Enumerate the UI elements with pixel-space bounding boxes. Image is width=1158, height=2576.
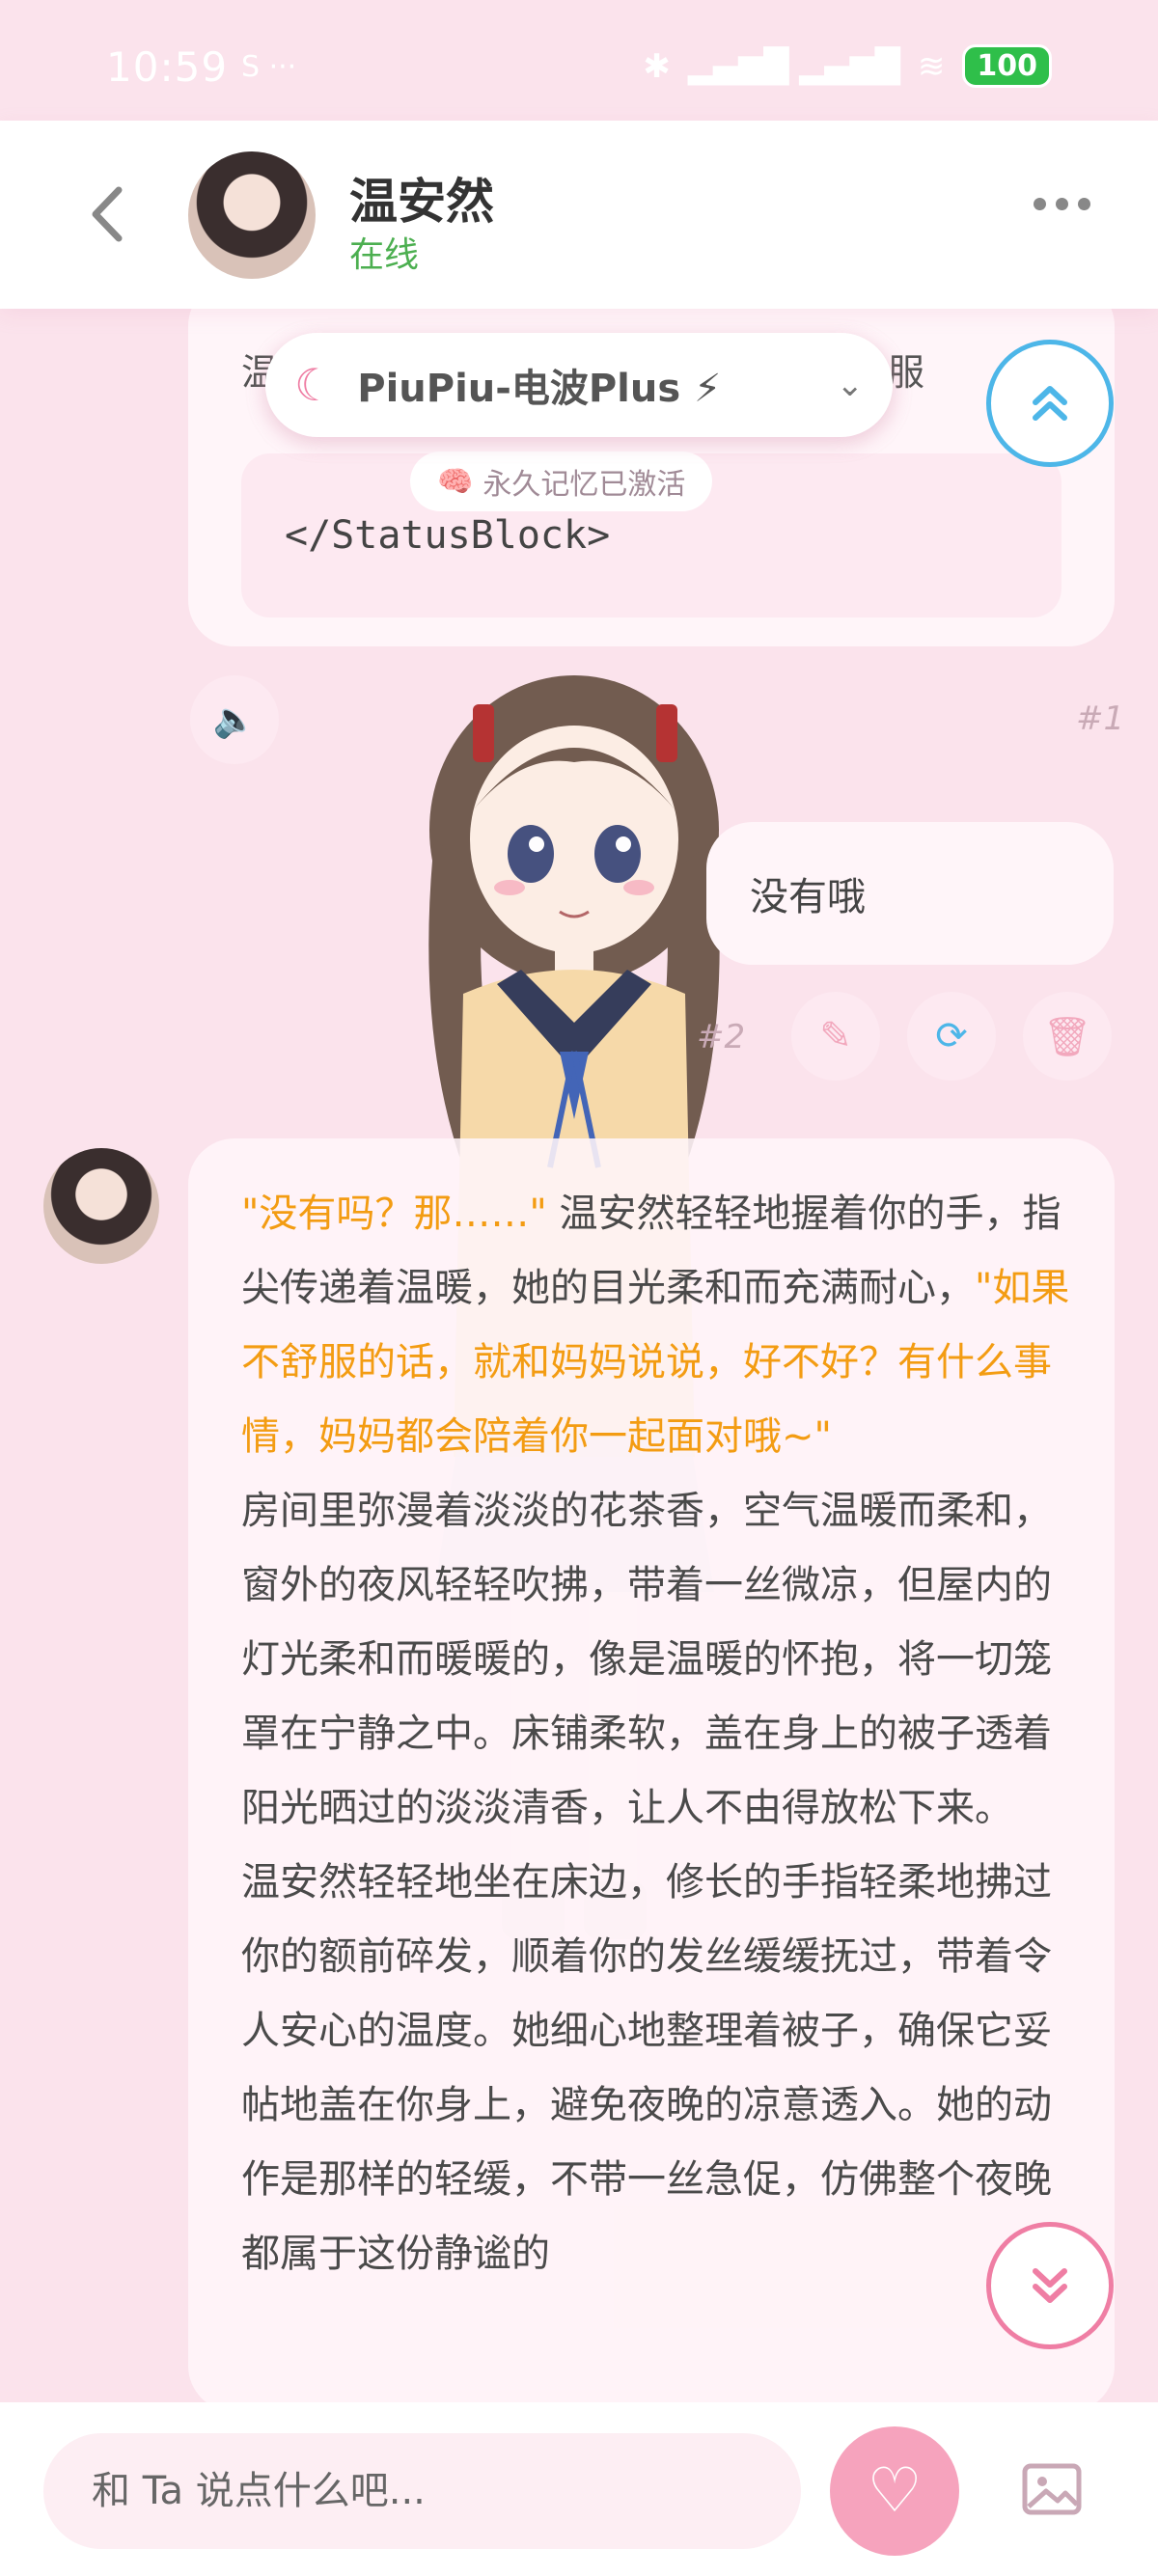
status-time: 10:59 xyxy=(106,43,229,91)
trash-icon: 🗑 xyxy=(1042,1014,1092,1059)
user-message-bubble: 没有哦 xyxy=(706,822,1114,965)
back-button[interactable] xyxy=(82,180,130,248)
notification-icons: S ··· xyxy=(241,50,297,84)
scroll-to-top-button[interactable] xyxy=(986,340,1114,467)
heart-button[interactable]: ♡ xyxy=(830,2426,959,2556)
user-message-index: #2 xyxy=(697,1018,746,1056)
contact-avatar[interactable] xyxy=(188,151,316,279)
ai-message-text: "没有吗？那……" 温安然轻轻地握着你的手，指尖传递着温暖，她的目光柔和而充满耐… xyxy=(241,1177,1071,2291)
status-right-icons: ✱ ▂▄▆█ ▂▄▆█ ≋ 100 xyxy=(643,44,1052,88)
ai-paragraph-2: 房间里弥漫着淡淡的花茶香，空气温暖而柔和，窗外的夜风轻轻吹拂，带着一丝微凉，但屋… xyxy=(241,1489,1052,1830)
image-button[interactable] xyxy=(1013,2451,1090,2528)
message-input[interactable] xyxy=(43,2433,801,2549)
back-icon xyxy=(92,186,123,242)
ai-paragraph-1: "没有吗？那……" 温安然轻轻地握着你的手，指尖传递着温暖，她的目光柔和而充满耐… xyxy=(241,1177,1071,1474)
regenerate-button[interactable]: ⟳ xyxy=(907,992,996,1081)
status-bar: 10:59 S ··· ✱ ▂▄▆█ ▂▄▆█ ≋ 100 xyxy=(0,0,1158,121)
bluetooth-icon: ✱ xyxy=(643,46,671,86)
refresh-icon: ⟳ xyxy=(935,1014,968,1058)
online-status: 在线 xyxy=(349,235,420,275)
brain-icon: 🧠 xyxy=(437,464,474,499)
bottom-input-bar: ♡ xyxy=(0,2402,1158,2576)
partial-text-end: 服 xyxy=(888,351,925,394)
user-message-text: 没有哦 xyxy=(750,875,866,919)
heart-icon: ♡ xyxy=(867,2455,923,2527)
moon-icon: ☾ xyxy=(294,359,335,411)
memory-badge-label: 永久记忆已激活 xyxy=(482,468,686,502)
speaker-icon: 🔈 xyxy=(212,700,257,740)
memory-badge: 🧠 永久记忆已激活 xyxy=(410,452,713,511)
more-options-button[interactable] xyxy=(1034,198,1090,210)
status-block-text: </StatusBlock> xyxy=(285,513,611,558)
model-selector-label-overlay: PiuPiu-电波Plus ⚡ xyxy=(357,367,722,411)
ai-message-card: "没有吗？那……" 温安然轻轻地握着你的手，指尖传递着温暖，她的目光柔和而充满耐… xyxy=(188,1138,1115,2412)
chevron-down-icon: ⌄ xyxy=(836,366,865,404)
ai-avatar[interactable] xyxy=(43,1148,159,1264)
more-icon xyxy=(1034,198,1046,210)
battery-badge: 100 xyxy=(962,44,1052,88)
edit-button[interactable]: ✎ xyxy=(791,992,880,1081)
speaker-button[interactable]: 🔈 xyxy=(190,675,279,764)
message-index: #1 xyxy=(1076,699,1125,738)
signal-icon: ▂▄▆█ ▂▄▆█ xyxy=(687,46,900,86)
delete-button[interactable]: 🗑 xyxy=(1023,992,1112,1081)
pencil-icon: ✎ xyxy=(819,1014,852,1058)
scroll-to-bottom-button[interactable] xyxy=(986,2222,1114,2349)
double-chevron-up-icon xyxy=(1033,386,1067,421)
ai-quote-1: "没有吗？那……" xyxy=(241,1192,547,1236)
chat-header: 温安然 在线 xyxy=(0,121,1158,309)
wifi-icon: ≋ xyxy=(917,46,946,86)
double-chevron-down-icon xyxy=(1033,2268,1067,2303)
contact-name: 温安然 xyxy=(349,174,494,230)
model-selector-overlay[interactable]: ☾ PiuPiu-电波Plus ⚡ ⌄ xyxy=(265,333,893,437)
image-icon xyxy=(1022,2463,1082,2515)
ai-paragraph-3: 温安然轻轻地坐在床边，修长的手指轻柔地拂过你的额前碎发，顺着你的发丝缓缓抚过，带… xyxy=(241,1860,1052,2276)
